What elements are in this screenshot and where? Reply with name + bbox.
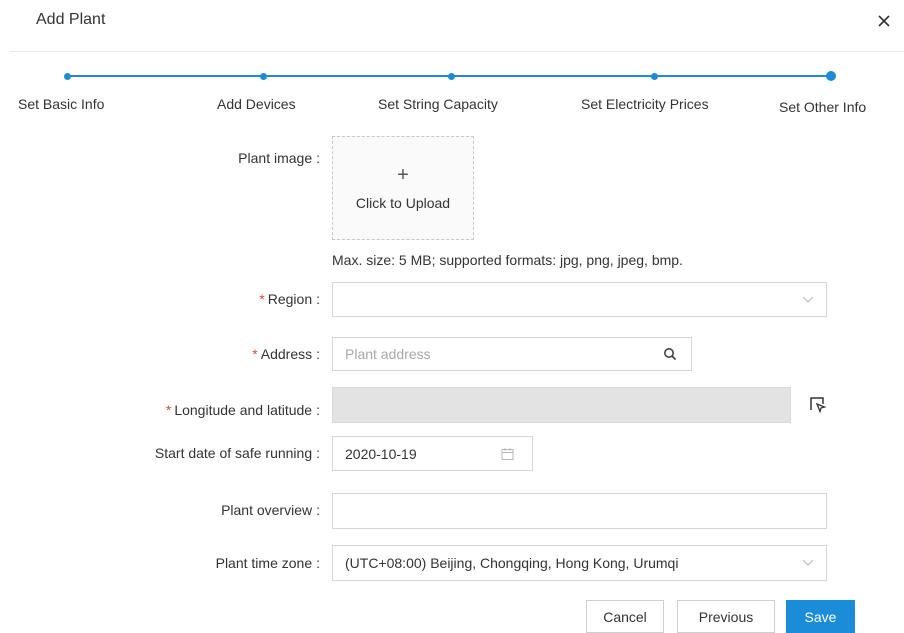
map-pick-icon[interactable]: [809, 396, 827, 414]
plant-image-label: Plant image:: [238, 150, 320, 166]
step-label-add-devices: Add Devices: [217, 96, 296, 112]
plant-overview-input[interactable]: [332, 493, 827, 529]
step-indicator: Set Basic Info Add Devices Set String Ca…: [0, 64, 904, 124]
address-label: * Address:: [252, 346, 320, 362]
lnglat-input: [332, 387, 791, 423]
cancel-button[interactable]: Cancel: [586, 600, 664, 633]
step-dot-active: [826, 71, 836, 81]
address-input[interactable]: Plant address: [332, 337, 692, 371]
step-dot: [260, 72, 267, 80]
chevron-down-icon: [802, 296, 814, 303]
upload-label: Click to Upload: [355, 195, 451, 211]
step-dot: [448, 72, 455, 80]
step-connector: [266, 75, 451, 77]
dialog-title: Add Plant: [36, 11, 106, 28]
region-label: * Region:: [259, 291, 320, 307]
close-icon[interactable]: [874, 10, 894, 32]
search-icon[interactable]: [663, 347, 677, 361]
region-select[interactable]: [332, 282, 827, 317]
plus-icon: +: [397, 164, 409, 186]
lnglat-label: * Longitude and latitude:: [165, 402, 320, 418]
step-dot: [651, 72, 658, 80]
add-plant-dialog: Add Plant Set Basic Info Add Devices Set…: [0, 0, 904, 633]
chevron-down-icon: [802, 559, 814, 566]
step-label-electricity-prices: Set Electricity Prices: [581, 96, 709, 112]
step-label-string-capacity: Set String Capacity: [378, 96, 498, 112]
time-zone-label: Plant time zone:: [215, 555, 320, 571]
plant-overview-label: Plant overview:: [221, 502, 320, 518]
upload-hint: Max. size: 5 MB; supported formats: jpg,…: [332, 252, 683, 268]
step-label-other-info: Set Other Info: [779, 99, 867, 115]
step-connector: [657, 75, 831, 77]
save-button[interactable]: Save: [786, 600, 855, 633]
previous-button[interactable]: Previous: [677, 600, 775, 633]
calendar-icon: [501, 447, 514, 460]
start-date-picker[interactable]: 2020-10-19: [332, 436, 533, 471]
step-connector: [454, 75, 654, 77]
time-zone-select[interactable]: (UTC+08:00) Beijing, Chongqing, Hong Kon…: [332, 545, 827, 581]
step-label-basic-info: Set Basic Info: [18, 96, 105, 112]
step-connector: [70, 75, 263, 77]
plant-image-upload[interactable]: + Click to Upload: [332, 136, 474, 240]
header-divider: [10, 51, 904, 52]
step-dot: [64, 72, 71, 80]
start-date-label: Start date of safe running:: [154, 445, 320, 461]
